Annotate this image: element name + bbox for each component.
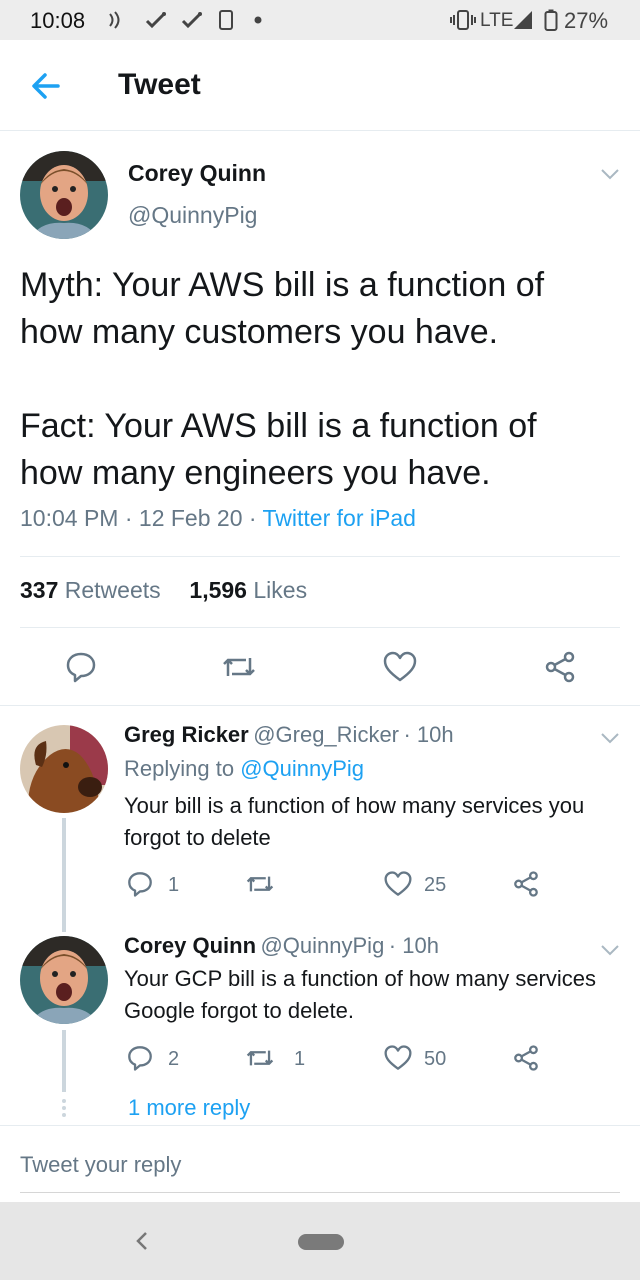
reply-count: 2 (168, 1048, 180, 1070)
dot-icon (254, 16, 262, 24)
input-underline (20, 1192, 620, 1193)
tweet-date: 12 Feb 20 (138, 505, 243, 531)
tweet-meta: 10:04 PM · 12 Feb 20 · Twitter for iPad (20, 505, 416, 531)
tweet-text: Myth: Your AWS bill is a function of how… (20, 266, 545, 492)
more-replies-link[interactable]: 1 more reply (128, 1095, 250, 1121)
reply-text: Your bill is a function of how many serv… (124, 793, 585, 850)
reply-header: Greg Ricker @Greg_Ricker · 10h (124, 722, 454, 747)
reply-icon[interactable] (126, 1044, 154, 1072)
like-icon[interactable] (383, 650, 417, 684)
reply-author-handle[interactable]: @Greg_Ricker (253, 722, 399, 747)
system-nav-bar (0, 1202, 640, 1280)
signal-icon (512, 9, 534, 31)
reply-age: 10h (402, 933, 439, 958)
author-name[interactable]: Corey Quinn (128, 160, 266, 187)
chevron-down-icon[interactable] (598, 728, 622, 748)
divider (20, 627, 620, 628)
avatar[interactable] (20, 936, 108, 1024)
nav-back-icon[interactable] (132, 1230, 152, 1252)
chevron-down-icon[interactable] (598, 164, 622, 184)
back-button[interactable] (26, 66, 66, 106)
page-title: Tweet (118, 68, 201, 101)
avatar[interactable] (20, 151, 108, 239)
thread-line (62, 1030, 66, 1092)
replying-to: Replying to @QuinnyPig (124, 756, 365, 781)
replying-to-handle[interactable]: @QuinnyPig (240, 756, 364, 781)
like-icon[interactable] (384, 870, 412, 898)
reply-age: 10h (416, 722, 454, 747)
divider (20, 556, 620, 557)
arrow-left-icon (32, 73, 60, 99)
reply-input[interactable]: Tweet your reply (20, 1152, 181, 1178)
like-count: 25 (424, 874, 447, 896)
reply-author-name[interactable]: Corey Quinn (124, 933, 256, 958)
app-header: Tweet (0, 40, 640, 131)
tweet-time: 10:04 PM (20, 505, 119, 531)
check-icon (180, 9, 204, 31)
avatar[interactable] (20, 725, 108, 813)
phone-icon (218, 9, 234, 31)
share-icon[interactable] (512, 1044, 540, 1072)
reply-text: Your GCP bill is a function of how many … (124, 966, 597, 1023)
tweet-source-link[interactable]: Twitter for iPad (263, 505, 416, 531)
retweet-icon[interactable] (244, 1044, 276, 1072)
retweets-stat[interactable]: 337 Retweets (20, 577, 161, 603)
status-time: 10:08 (30, 8, 86, 33)
thread-dots (61, 1098, 67, 1118)
status-bar: 10:08 LTE 27% (0, 0, 640, 40)
likes-stat[interactable]: 1,596 Likes (189, 577, 307, 603)
reply-count: 1 (168, 874, 180, 896)
sound-icon (106, 9, 128, 31)
home-pill[interactable] (298, 1234, 344, 1250)
retweet-icon[interactable] (220, 650, 258, 684)
vibrate-icon (450, 9, 476, 31)
retweet-count: 1 (294, 1048, 306, 1070)
share-icon[interactable] (512, 870, 540, 898)
thread-line (62, 818, 66, 932)
like-icon[interactable] (384, 1044, 412, 1072)
retweet-icon[interactable] (244, 870, 276, 898)
divider (0, 705, 640, 706)
check-icon (144, 9, 168, 31)
stats-row: 337 Retweets 1,596 Likes (20, 577, 307, 604)
share-icon[interactable] (543, 650, 577, 684)
battery-icon (544, 9, 558, 31)
reply-author-name[interactable]: Greg Ricker (124, 722, 249, 747)
network-label: LTE (480, 10, 514, 31)
author-handle[interactable]: @QuinnyPig (128, 202, 257, 229)
battery-percent: 27% (564, 8, 609, 33)
like-count: 50 (424, 1048, 447, 1070)
reply-header: Corey Quinn @QuinnyPig · 10h (124, 933, 439, 958)
reply-icon[interactable] (64, 650, 98, 684)
chevron-down-icon[interactable] (598, 940, 622, 960)
reply-icon[interactable] (126, 870, 154, 898)
reply-author-handle[interactable]: @QuinnyPig (260, 933, 384, 958)
